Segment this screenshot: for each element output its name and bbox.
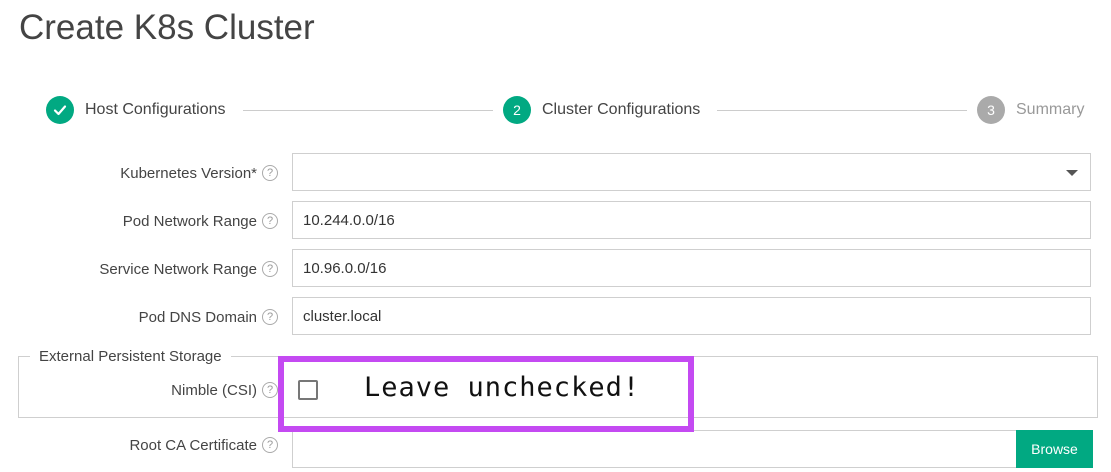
external-storage-legend: External Persistent Storage xyxy=(30,348,231,365)
label-wrapper: Nimble (CSI) ? xyxy=(171,370,278,410)
annotation-text: Leave unchecked! xyxy=(364,372,641,403)
pod-dns-domain-label: Pod DNS Domain xyxy=(138,308,257,326)
step-cluster-configurations[interactable]: 2 Cluster Configurations xyxy=(503,96,700,124)
help-icon[interactable]: ? xyxy=(262,382,278,398)
step-label: Host Configurations xyxy=(85,101,226,118)
help-icon[interactable]: ? xyxy=(262,261,278,277)
root-ca-label: Root CA Certificate xyxy=(129,436,257,454)
service-network-range-row: Service Network Range ? xyxy=(0,249,1111,289)
help-icon[interactable]: ? xyxy=(262,213,278,229)
step-host-configurations[interactable]: Host Configurations xyxy=(46,96,226,124)
step-label: Cluster Configurations xyxy=(542,101,701,118)
nimble-label: Nimble (CSI) xyxy=(171,381,257,399)
step-connector xyxy=(243,110,493,111)
label-wrapper: Kubernetes Version* ? xyxy=(120,153,278,193)
kubernetes-version-label: Kubernetes Version* xyxy=(120,164,257,182)
pod-dns-domain-field[interactable] xyxy=(292,297,1091,335)
pod-network-range-label: Pod Network Range xyxy=(122,212,257,230)
service-network-range-input[interactable] xyxy=(293,250,1090,286)
kubernetes-version-select[interactable] xyxy=(292,153,1091,191)
label-wrapper: Pod DNS Domain ? xyxy=(139,297,278,337)
kubernetes-version-row: Kubernetes Version* ? xyxy=(0,153,1111,193)
step-number: 3 xyxy=(977,96,1005,124)
pod-network-range-row: Pod Network Range ? xyxy=(0,201,1111,241)
help-icon[interactable]: ? xyxy=(262,165,278,181)
chevron-down-icon[interactable] xyxy=(1066,170,1078,176)
pod-network-range-input[interactable] xyxy=(293,202,1090,238)
step-number: 2 xyxy=(503,96,531,124)
help-icon[interactable]: ? xyxy=(262,437,278,453)
wizard-stepper: Host Configurations 2 Cluster Configurat… xyxy=(46,96,1091,126)
label-wrapper: Root CA Certificate ? xyxy=(129,425,278,465)
label-wrapper: Service Network Range ? xyxy=(99,249,278,289)
browse-button[interactable]: Browse xyxy=(1016,430,1093,468)
service-network-range-label: Service Network Range xyxy=(99,260,257,278)
root-ca-field[interactable] xyxy=(292,430,1018,468)
help-icon[interactable]: ? xyxy=(262,309,278,325)
step-label: Summary xyxy=(1016,101,1085,118)
pod-network-range-field[interactable] xyxy=(292,201,1091,239)
page-title: Create K8s Cluster xyxy=(19,8,315,47)
step-connector xyxy=(717,110,967,111)
step-summary[interactable]: 3 Summary xyxy=(977,96,1084,124)
pod-dns-domain-input[interactable] xyxy=(293,298,1090,334)
kubernetes-version-input[interactable] xyxy=(293,154,1090,190)
label-wrapper: Pod Network Range ? xyxy=(123,201,278,241)
pod-dns-domain-row: Pod DNS Domain ? xyxy=(0,297,1111,337)
root-ca-input[interactable] xyxy=(293,431,1017,467)
check-icon xyxy=(46,96,74,124)
service-network-range-field[interactable] xyxy=(292,249,1091,287)
